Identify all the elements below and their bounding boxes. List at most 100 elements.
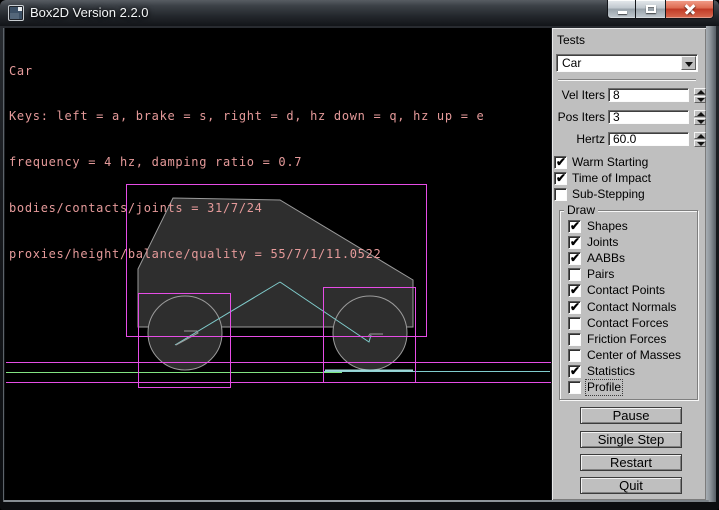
- hertz-label: Hertz: [552, 132, 605, 146]
- close-icon: [685, 4, 695, 14]
- tests-dropdown-arrow[interactable]: [681, 56, 696, 70]
- up-arrow-icon: [697, 90, 705, 94]
- car-wheel-right: [333, 296, 407, 370]
- test-title-text: Car: [9, 64, 484, 79]
- vel-iters-spin-down-button[interactable]: [694, 96, 706, 103]
- tests-label: Tests: [557, 33, 585, 47]
- pause-button[interactable]: Pause: [580, 407, 682, 424]
- car-wheel-left: [148, 296, 222, 370]
- checkbox-label-joints[interactable]: Joints: [587, 236, 618, 249]
- minimize-icon: [618, 11, 627, 14]
- down-arrow-icon: [697, 142, 705, 146]
- down-arrow-icon: [697, 98, 705, 102]
- up-arrow-icon: [697, 134, 705, 138]
- maximize-button[interactable]: [636, 0, 666, 19]
- quit-button[interactable]: Quit: [580, 477, 682, 494]
- warm-starting-row: ✔ Warm Starting: [552, 156, 702, 170]
- checkbox-label-friction-forces[interactable]: Friction Forces: [587, 333, 666, 346]
- checkbox-label-sub-stepping[interactable]: Sub-Stepping: [572, 188, 645, 201]
- vel-iters-input[interactable]: 8: [608, 88, 689, 102]
- checkbox-friction-forces[interactable]: [568, 333, 581, 346]
- checkbox-aabbs[interactable]: ✔: [568, 252, 581, 265]
- maximize-icon: [646, 5, 656, 13]
- restart-button[interactable]: Restart: [580, 454, 682, 471]
- checkbox-label-pairs[interactable]: Pairs: [587, 268, 614, 281]
- pos-iters-label: Pos Iters: [552, 110, 605, 124]
- checkbox-statistics[interactable]: ✔: [568, 365, 581, 378]
- app-icon: [8, 5, 24, 21]
- draw-friction-forces-row: Friction Forces: [560, 333, 710, 347]
- stats-overlay: Car Keys: left = a, brake = s, right = d…: [9, 33, 484, 293]
- check-icon: ✔: [570, 364, 580, 378]
- vel-iters-row: Vel Iters8: [552, 88, 707, 102]
- check-icon: ✔: [556, 155, 566, 169]
- checkbox-label-warm-starting[interactable]: Warm Starting: [572, 156, 648, 169]
- checkbox-label-center-of-masses[interactable]: Center of Masses: [587, 349, 681, 362]
- checkbox-contact-normals[interactable]: ✔: [568, 301, 581, 314]
- tests-dropdown[interactable]: Car: [556, 54, 698, 72]
- check-icon: ✔: [570, 235, 580, 249]
- checkbox-contact-points[interactable]: ✔: [568, 284, 581, 297]
- chevron-down-icon: [685, 62, 693, 67]
- draw-profile-row: Profile: [560, 381, 710, 395]
- hertz-spinner: [694, 132, 706, 147]
- checkbox-label-time-of-impact[interactable]: Time of Impact: [572, 172, 651, 185]
- keys-help-text: Keys: left = a, brake = s, right = d, hz…: [9, 109, 484, 124]
- physics-canvas[interactable]: Car Keys: left = a, brake = s, right = d…: [5, 28, 551, 500]
- vel-iters-label: Vel Iters: [552, 88, 605, 102]
- checkbox-warm-starting[interactable]: ✔: [554, 156, 567, 169]
- single-step-button[interactable]: Single Step: [580, 431, 682, 448]
- checkbox-label-shapes[interactable]: Shapes: [587, 220, 628, 233]
- pos-iters-row: Pos Iters3: [552, 110, 707, 124]
- control-sidebar: Tests Car Draw ✔ Shapes ✔ Joints ✔ AABBs Pairs…: [551, 28, 706, 500]
- time-of-impact-row: ✔ Time of Impact: [552, 172, 702, 186]
- checkbox-label-contact-normals[interactable]: Contact Normals: [587, 301, 676, 314]
- separator: [558, 79, 696, 81]
- frequency-text: frequency = 4 hz, damping ratio = 0.7: [9, 155, 484, 170]
- checkbox-joints[interactable]: ✔: [568, 236, 581, 249]
- box2d-testbed-window: Box2D Version 2.2.0: [0, 0, 719, 510]
- draw-joints-row: ✔ Joints: [560, 236, 710, 250]
- window-frame-bottom: [3, 500, 709, 502]
- check-icon: ✔: [556, 171, 566, 185]
- checkbox-time-of-impact[interactable]: ✔: [554, 172, 567, 185]
- pos-iters-spin-up-button[interactable]: [694, 110, 706, 117]
- pos-iters-input[interactable]: 3: [608, 110, 689, 124]
- vel-iters-spinner: [694, 88, 706, 103]
- window-frame-right: [706, 26, 716, 502]
- checkbox-contact-forces[interactable]: [568, 317, 581, 330]
- draw-shapes-row: ✔ Shapes: [560, 220, 710, 234]
- draw-groupbox: Draw ✔Shapes✔Joints✔AABBsPairs✔Contact P…: [559, 210, 698, 400]
- hertz-spin-up-button[interactable]: [694, 132, 706, 139]
- hertz-spin-down-button[interactable]: [694, 140, 706, 147]
- pos-iters-spin-down-button[interactable]: [694, 118, 706, 125]
- up-arrow-icon: [697, 112, 705, 116]
- window-frame-left: [3, 28, 4, 500]
- proxies-stats-text: proxies/height/balance/quality = 55/7/1/…: [9, 247, 484, 262]
- window-title: Box2D Version 2.2.0: [30, 5, 149, 21]
- checkbox-label-aabbs[interactable]: AABBs: [587, 252, 625, 265]
- pos-iters-spinner: [694, 110, 706, 125]
- checkbox-shapes[interactable]: ✔: [568, 220, 581, 233]
- draw-contact-normals-row: ✔ Contact Normals: [560, 301, 710, 315]
- down-arrow-icon: [697, 120, 705, 124]
- minimize-button[interactable]: [607, 0, 636, 19]
- checkbox-pairs[interactable]: [568, 268, 581, 281]
- close-button[interactable]: [666, 0, 714, 19]
- draw-contact-points-row: ✔ Contact Points: [560, 284, 710, 298]
- checkbox-label-profile[interactable]: Profile: [587, 381, 621, 394]
- hertz-input[interactable]: 60.0: [608, 132, 689, 146]
- bodies-stats-text: bodies/contacts/joints = 31/7/24: [9, 201, 484, 216]
- checkbox-label-contact-points[interactable]: Contact Points: [587, 284, 665, 297]
- title-bar[interactable]: Box2D Version 2.2.0: [0, 0, 719, 26]
- check-icon: ✔: [570, 283, 580, 297]
- checkbox-center-of-masses[interactable]: [568, 349, 581, 362]
- checkbox-label-contact-forces[interactable]: Contact Forces: [587, 317, 668, 330]
- draw-center-of-masses-row: Center of Masses: [560, 349, 710, 363]
- checkbox-sub-stepping[interactable]: [554, 188, 567, 201]
- checkbox-profile[interactable]: [568, 381, 581, 394]
- tests-dropdown-value: Car: [562, 57, 581, 70]
- vel-iters-spin-up-button[interactable]: [694, 88, 706, 95]
- checkbox-label-statistics[interactable]: Statistics: [587, 365, 635, 378]
- draw-group-label: Draw: [564, 203, 598, 217]
